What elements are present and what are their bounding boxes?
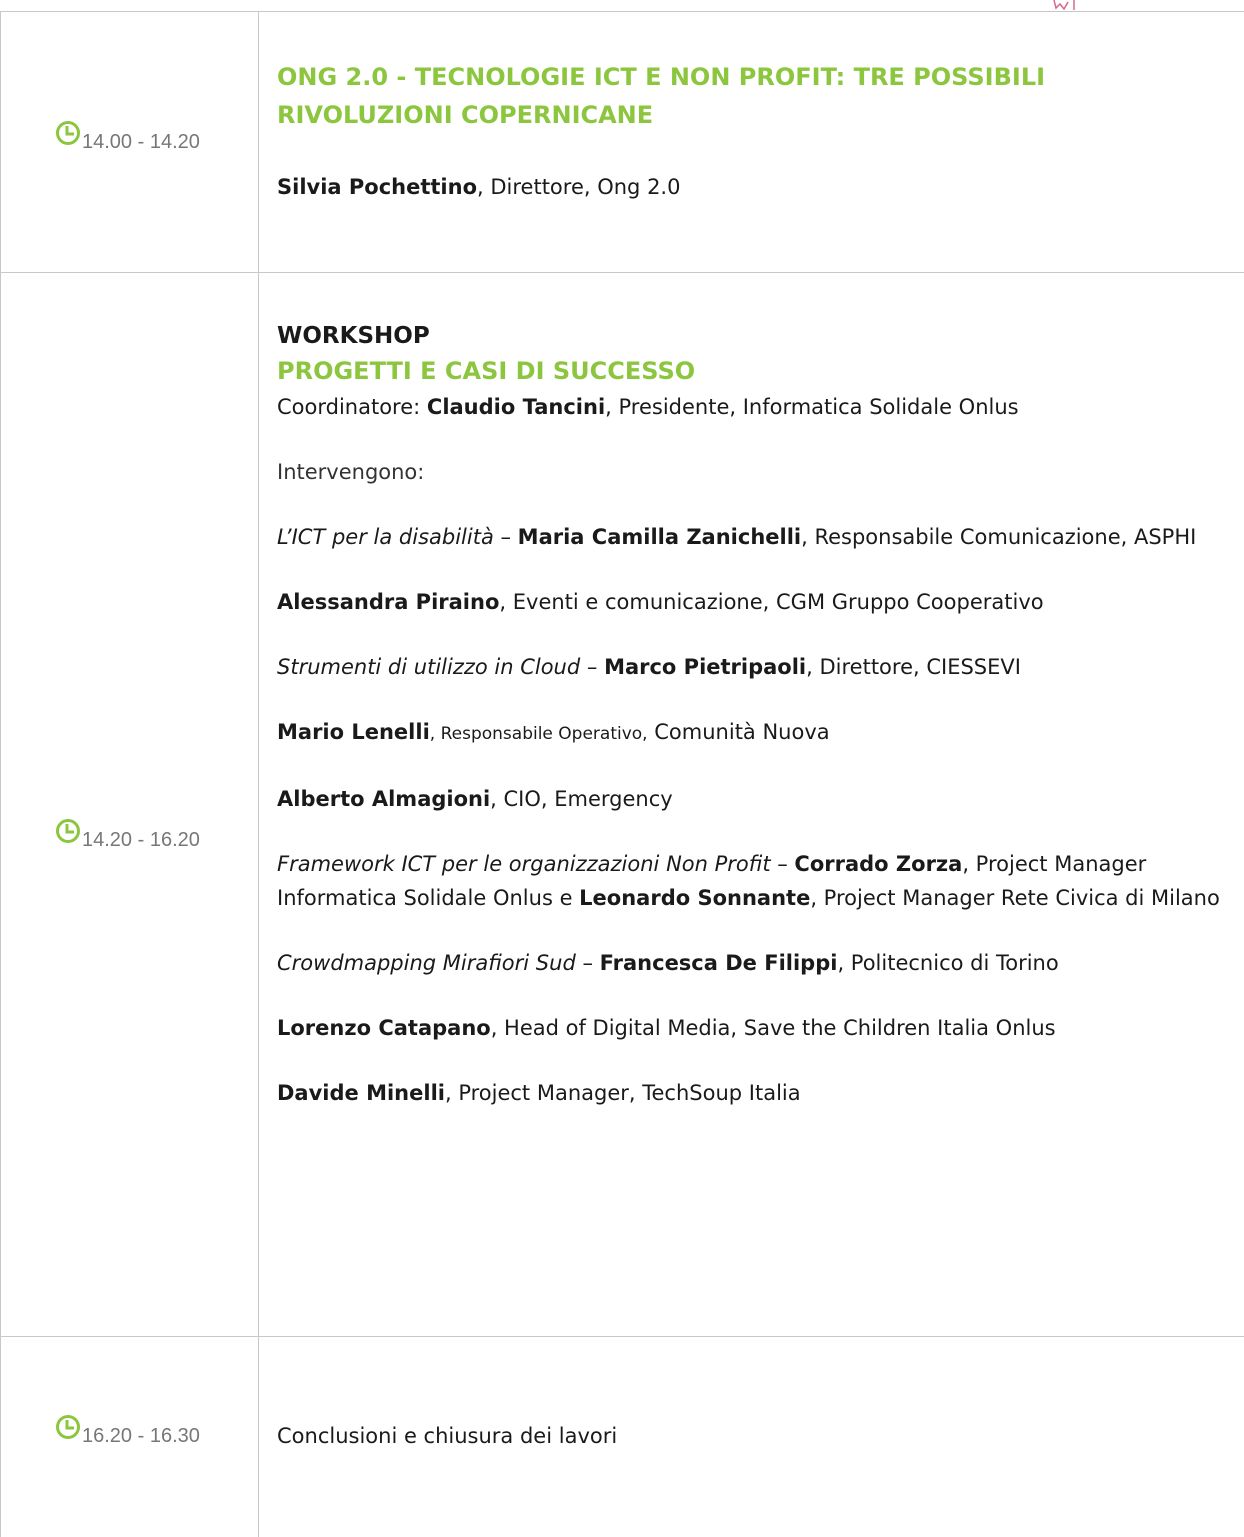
intro-text: Intervengono:	[277, 460, 425, 484]
clock-icon	[56, 1415, 80, 1439]
talk-item: Alessandra Piraino, Eventi e comunicazio…	[277, 585, 1227, 619]
table-top-border	[0, 11, 1244, 12]
time-slot: 16.20 - 16.30	[55, 1415, 200, 1447]
speaker-name: Corrado Zorza	[794, 852, 963, 876]
speaker-name: Francesca De Filippi	[599, 951, 838, 975]
talk-item: Framework ICT per le organizzazioni Non …	[277, 847, 1227, 915]
speaker-name: Maria Camilla Zanichelli	[517, 525, 802, 549]
row-divider	[0, 1336, 1244, 1337]
speaker-role: , Direttore, CIESSEVI	[806, 655, 1021, 679]
coordinator-line: Coordinatore: Claudio Tancini, President…	[277, 390, 1227, 424]
coordinator-name: Claudio Tancini	[426, 395, 606, 419]
speaker-name: Alessandra Piraino	[277, 590, 500, 614]
time-slot: 14.20 - 16.20	[55, 819, 200, 851]
coordinator-label: Coordinatore:	[277, 395, 427, 419]
speaker-line: Silvia Pochettino, Direttore, Ong 2.0	[277, 170, 1227, 204]
time-range: 14.00 - 14.20	[82, 131, 200, 153]
session-content: ONG 2.0 - TECNOLOGIE ICT E NON PROFIT: T…	[277, 58, 1227, 204]
speaker-role: , Responsabile Operativo,	[429, 724, 648, 744]
talk-item: Strumenti di utilizzo in Cloud – Marco P…	[277, 650, 1227, 684]
speaker-name: Mario Lenelli	[277, 720, 430, 744]
talk-item: Davide Minelli, Project Manager, TechSou…	[277, 1076, 1227, 1110]
separator: –	[580, 655, 605, 679]
speaker-role: , Politecnico di Torino	[837, 951, 1059, 975]
separator: –	[493, 525, 518, 549]
speaker-role: , Head of Digital Media, Save the Childr…	[490, 1016, 1056, 1040]
talk-topic: Strumenti di utilizzo in Cloud	[277, 655, 581, 679]
speaker-role: , Responsabile Comunicazione, ASPHI	[801, 525, 1197, 549]
column-divider	[258, 11, 259, 1537]
table-left-border	[0, 11, 1, 1537]
speaker-org: Comunità Nuova	[647, 720, 830, 744]
talk-topic: Crowdmapping Mirafiori Sud	[277, 951, 576, 975]
session-heading: WORKSHOP	[277, 323, 430, 349]
talk-item: Crowdmapping Mirafiori Sud – Francesca D…	[277, 946, 1227, 980]
speaker-role: , Eventi e comunicazione, CGM Gruppo Coo…	[499, 590, 1044, 614]
speaker-name: Silvia Pochettino	[277, 175, 478, 199]
speaker-role: , Project Manager, TechSoup Italia	[444, 1081, 801, 1105]
speaker-name: Marco Pietripaoli	[604, 655, 807, 679]
clock-icon	[56, 819, 80, 843]
talk-item: Mario Lenelli, Responsabile Operativo, C…	[277, 715, 1227, 751]
talk-topic: Framework ICT per le organizzazioni Non …	[277, 852, 771, 876]
session-content: Conclusioni e chiusura dei lavori	[277, 1419, 1227, 1453]
time-slot: 14.00 - 14.20	[55, 121, 200, 153]
speaker-name: Lorenzo Catapano	[277, 1016, 491, 1040]
separator: –	[575, 951, 600, 975]
logo-fragment	[1053, 0, 1075, 10]
speaker-name: Davide Minelli	[277, 1081, 445, 1105]
row-divider	[0, 272, 1244, 273]
speaker-name: Alberto Almagioni	[277, 787, 491, 811]
closing-text: Conclusioni e chiusura dei lavori	[277, 1424, 618, 1448]
talk-item: Lorenzo Catapano, Head of Digital Media,…	[277, 1011, 1227, 1045]
time-range: 16.20 - 16.30	[82, 1425, 200, 1447]
session-title: PROGETTI E CASI DI SUCCESSO	[277, 357, 696, 385]
speaker-role: , Direttore, Ong 2.0	[477, 175, 681, 199]
speaker-role: , Project Manager Rete Civica di Milano	[810, 886, 1220, 910]
talk-topic: L’ICT per la disabilità	[277, 525, 494, 549]
talk-item: Alberto Almagioni, CIO, Emergency	[277, 782, 1227, 816]
session-title: ONG 2.0 - TECNOLOGIE ICT E NON PROFIT: T…	[277, 63, 1046, 129]
talk-item: L’ICT per la disabilità – Maria Camilla …	[277, 520, 1227, 554]
session-content: WORKSHOP PROGETTI E CASI DI SUCCESSO Coo…	[277, 318, 1227, 1141]
coordinator-role: , Presidente, Informatica Solidale Onlus	[605, 395, 1019, 419]
separator: –	[770, 852, 795, 876]
speaker-role: , CIO, Emergency	[490, 787, 673, 811]
speaker-name: Leonardo Sonnante	[579, 886, 811, 910]
time-range: 14.20 - 16.20	[82, 829, 200, 851]
clock-icon	[56, 121, 80, 145]
